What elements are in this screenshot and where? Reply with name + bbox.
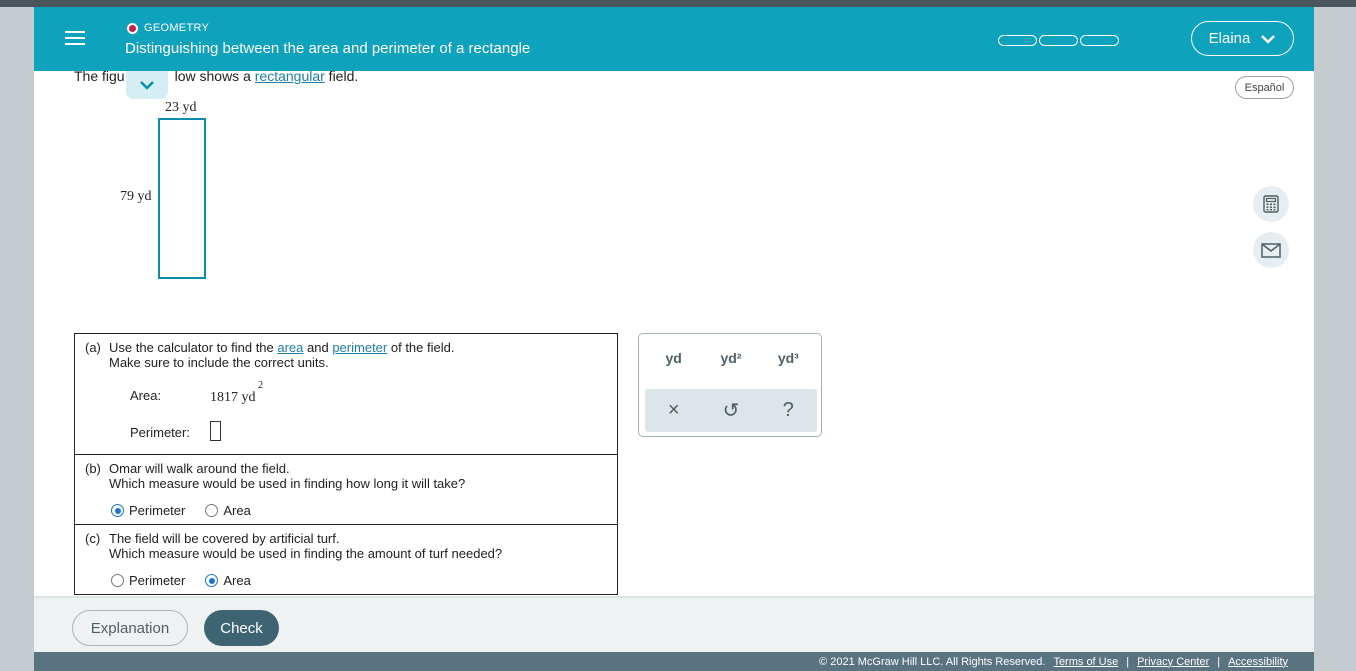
part-a-prompt: Use the calculator to find the area and … [109,340,454,355]
unit-yd-button[interactable]: yd [649,350,699,366]
progress-indicator [998,35,1119,46]
part-b-question: Omar will walk around the field. [109,461,290,476]
privacy-link[interactable]: Privacy Center [1137,656,1209,668]
progress-segment [1080,35,1119,46]
window-top-strip [0,0,1356,7]
user-menu-button[interactable]: Elaina [1191,21,1294,56]
part-c: (c) The field will be covered by artific… [75,524,617,594]
topic-category: GEOMETRY [127,22,209,34]
user-name: Elaina [1208,30,1251,47]
chevron-down-icon [140,81,154,90]
part-a-text: and [303,340,333,355]
unit-palette: yd yd² yd³ × ↺ ? [638,333,822,437]
part-c-area-option[interactable]: Area [205,573,251,588]
top-header: GEOMETRY Distinguishing between the area… [34,7,1314,71]
problem-intro: The figu low shows a rectangular field. [74,68,358,84]
rectangular-link[interactable]: rectangular [255,68,325,84]
intro-text-mid: low shows a [174,68,255,84]
unit-yd-cubed-button[interactable]: yd³ [763,350,813,366]
progress-segment [1039,35,1078,46]
rectangle-figure: 23 yd 79 yd [114,97,234,287]
width-label: 23 yd [165,100,197,115]
part-b-area-option[interactable]: Area [205,503,251,518]
question-box: (a) Use the calculator to find the area … [74,333,618,595]
page-title: Distinguishing between the area and peri… [125,40,531,57]
category-dot-icon [127,22,138,34]
part-b-options: Perimeter Area [111,503,251,518]
part-a-instructions: Make sure to include the correct units. [109,355,329,370]
help-icon[interactable]: ? [768,399,808,422]
unit-buttons: yd yd² yd³ [639,350,823,366]
part-a: (a) Use the calculator to find the area … [75,334,617,454]
separator: | [1217,655,1221,668]
mail-icon[interactable] [1253,232,1289,268]
progress-segment [998,35,1037,46]
perimeter-link[interactable]: perimeter [332,340,387,355]
radio-selected[interactable] [111,504,124,517]
unit-yd-squared-button[interactable]: yd² [706,350,756,366]
area-exponent: 2 [258,380,263,391]
part-a-text: Use the calculator to find the [109,340,278,355]
terms-link[interactable]: Terms of Use [1053,656,1118,668]
intro-text-start: The figu [74,68,125,84]
clear-icon[interactable]: × [654,399,694,422]
app-frame: GEOMETRY Distinguishing between the area… [34,7,1314,671]
part-b: (b) Omar will walk around the field. Whi… [75,454,617,524]
perimeter-label: Perimeter: [130,425,190,440]
undo-icon[interactable]: ↺ [711,398,751,423]
intro-text-end: field. [324,68,359,84]
palette-tools: × ↺ ? [645,389,817,432]
area-answer[interactable]: 1817 yd [210,390,256,406]
part-c-options: Perimeter Area [111,573,251,588]
part-b-perimeter-option[interactable]: Perimeter [111,503,185,518]
option-label: Area [223,573,251,588]
perimeter-input[interactable] [210,421,221,441]
part-c-tag: (c) [85,531,101,546]
part-c-question: The field will be covered by artificial … [109,531,340,546]
copyright-text: © 2021 McGraw Hill LLC. All Rights Reser… [819,655,1046,668]
radio-unselected[interactable] [111,574,124,587]
category-label: GEOMETRY [144,22,210,34]
part-b-tag: (b) [85,461,101,476]
part-c-question-line2: Which measure would be used in finding t… [109,546,503,561]
collapse-header-button[interactable] [126,71,168,99]
explanation-button[interactable]: Explanation [72,610,188,646]
action-bar: Explanation Check [34,596,1314,652]
area-label: Area: [130,388,162,403]
radio-selected[interactable] [205,574,219,587]
option-label: Perimeter [129,503,186,518]
legal-footer: © 2021 McGraw Hill LLC. All Rights Reser… [34,652,1314,671]
part-c-perimeter-option[interactable]: Perimeter [111,573,185,588]
espanol-button[interactable]: Español [1235,76,1294,99]
area-link[interactable]: area [277,340,303,355]
option-label: Area [223,503,251,518]
height-label: 79 yd [120,189,152,204]
accessibility-link[interactable]: Accessibility [1228,656,1288,668]
field-rectangle [158,118,206,279]
check-button[interactable]: Check [204,610,279,646]
part-a-tag: (a) [85,340,101,355]
hamburger-menu-icon[interactable] [60,27,90,51]
part-a-text: of the field. [387,340,455,355]
part-b-question-line2: Which measure would be used in finding h… [109,476,466,491]
radio-unselected[interactable] [205,504,219,517]
chevron-down-icon [1261,34,1276,44]
calculator-icon[interactable] [1253,186,1289,222]
separator: | [1126,655,1130,668]
option-label: Perimeter [129,573,186,588]
